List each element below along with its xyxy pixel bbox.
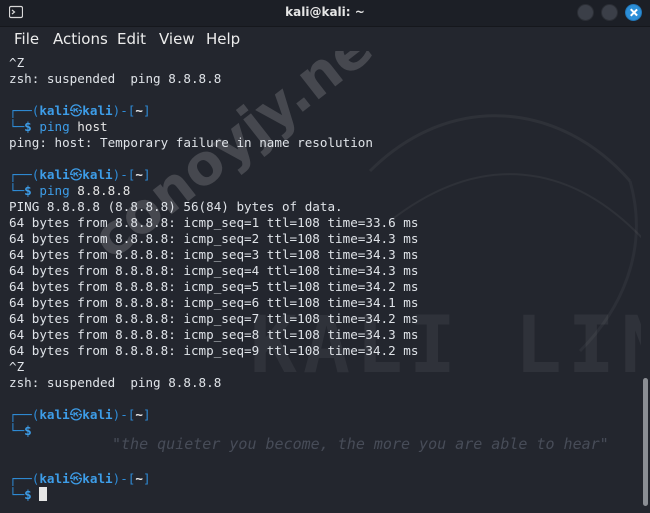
output-line: 64 bytes from 8.8.8.8: icmp_seq=1 ttl=10… [9, 215, 419, 230]
prompt-host: kali [82, 167, 113, 182]
prompt-frame: ] [142, 103, 151, 118]
close-button[interactable] [625, 4, 642, 21]
terminal-area[interactable]: KALI LINUX "the quieter you become, the … [0, 51, 650, 513]
output-line: 64 bytes from 8.8.8.8: icmp_seq=5 ttl=10… [9, 279, 419, 294]
prompt-line-bottom: └─$ [9, 423, 418, 439]
output-line: 64 bytes from 8.8.8.8: icmp_seq=8 ttl=10… [9, 327, 419, 342]
prompt-line-top: ┌──(kali㉿kali)-[~] [9, 471, 418, 487]
command-name: ping [39, 119, 70, 134]
scrollbar-thumb[interactable] [643, 378, 648, 506]
window-title: kali@kali: ~ [285, 5, 365, 19]
prompt-line-top: ┌──(kali㉿kali)-[~] [9, 103, 418, 119]
output-line: ^Z [9, 359, 25, 374]
title-bar: kali@kali: ~ [0, 0, 650, 27]
prompt-frame: ] [142, 407, 151, 422]
command-name: ping [39, 183, 70, 198]
menu-edit[interactable]: Edit [117, 30, 146, 48]
output-line: 64 bytes from 8.8.8.8: icmp_seq=3 ttl=10… [9, 247, 419, 262]
prompt-frame: )-[ [112, 167, 136, 182]
prompt-skull-icon: ㉿ [69, 103, 83, 118]
prompt-dollar: $ [24, 487, 32, 502]
prompt-dir: ~ [135, 407, 143, 422]
output-line: 64 bytes from 8.8.8.8: icmp_seq=4 ttl=10… [9, 263, 419, 278]
prompt-frame: └─ [9, 183, 25, 198]
prompt-frame: )-[ [112, 407, 136, 422]
prompt-frame: └─ [9, 487, 25, 502]
prompt-user: kali [39, 471, 70, 486]
prompt-line-top: ┌──(kali㉿kali)-[~] [9, 407, 418, 423]
output-line: 64 bytes from 8.8.8.8: icmp_seq=7 ttl=10… [9, 311, 419, 326]
prompt-line-bottom: └─$ ping host [9, 119, 418, 135]
prompt-frame: └─ [9, 423, 25, 438]
prompt-dollar: $ [24, 423, 32, 438]
output-line: 64 bytes from 8.8.8.8: icmp_seq=6 ttl=10… [9, 295, 419, 310]
prompt-host: kali [82, 471, 113, 486]
prompt-user: kali [39, 167, 70, 182]
maximize-button[interactable] [601, 4, 618, 21]
menu-help[interactable]: Help [206, 30, 240, 48]
prompt-dollar: $ [24, 183, 32, 198]
vertical-scrollbar[interactable] [641, 51, 650, 513]
prompt-skull-icon: ㉿ [69, 407, 83, 422]
prompt-user: kali [39, 103, 70, 118]
menu-bar: File Actions Edit View Help [0, 27, 650, 51]
prompt-user: kali [39, 407, 70, 422]
minimize-button[interactable] [577, 4, 594, 21]
prompt-frame: ┌──( [9, 103, 40, 118]
output-line: 64 bytes from 8.8.8.8: icmp_seq=2 ttl=10… [9, 231, 419, 246]
prompt-skull-icon: ㉿ [69, 167, 83, 182]
output-line: ^Z [9, 55, 25, 70]
prompt-frame: ┌──( [9, 167, 40, 182]
menu-file[interactable]: File [14, 30, 39, 48]
prompt-frame: ┌──( [9, 407, 40, 422]
menu-actions[interactable]: Actions [53, 30, 108, 48]
prompt-line-top: ┌──(kali㉿kali)-[~] [9, 167, 418, 183]
prompt-frame: ] [142, 471, 151, 486]
prompt-line-bottom[interactable]: └─$ [9, 487, 418, 503]
prompt-frame: )-[ [112, 103, 136, 118]
output-line: 64 bytes from 8.8.8.8: icmp_seq=9 ttl=10… [9, 343, 419, 358]
prompt-frame: ] [142, 167, 151, 182]
prompt-skull-icon: ㉿ [69, 471, 83, 486]
prompt-frame: )-[ [112, 471, 136, 486]
output-line: zsh: suspended ping 8.8.8.8 [9, 375, 222, 390]
prompt-frame: ┌──( [9, 471, 40, 486]
command-args: 8.8.8.8 [77, 183, 131, 198]
prompt-dir: ~ [135, 167, 143, 182]
prompt-host: kali [82, 103, 113, 118]
output-line: ping: host: Temporary failure in name re… [9, 135, 373, 150]
menu-view[interactable]: View [159, 30, 195, 48]
prompt-dir: ~ [135, 103, 143, 118]
output-line: zsh: suspended ping 8.8.8.8 [9, 71, 222, 86]
prompt-frame: └─ [9, 119, 25, 134]
text-cursor[interactable] [39, 487, 48, 501]
prompt-line-bottom: └─$ ping 8.8.8.8 [9, 183, 418, 199]
command-args: host [77, 119, 108, 134]
prompt-dollar: $ [24, 119, 32, 134]
prompt-dir: ~ [135, 471, 143, 486]
terminal-output: ^Z zsh: suspended ping 8.8.8.8 ┌──(kali㉿… [9, 55, 418, 503]
output-line: PING 8.8.8.8 (8.8.8.8) 56(84) bytes of d… [9, 199, 343, 214]
prompt-host: kali [82, 407, 113, 422]
